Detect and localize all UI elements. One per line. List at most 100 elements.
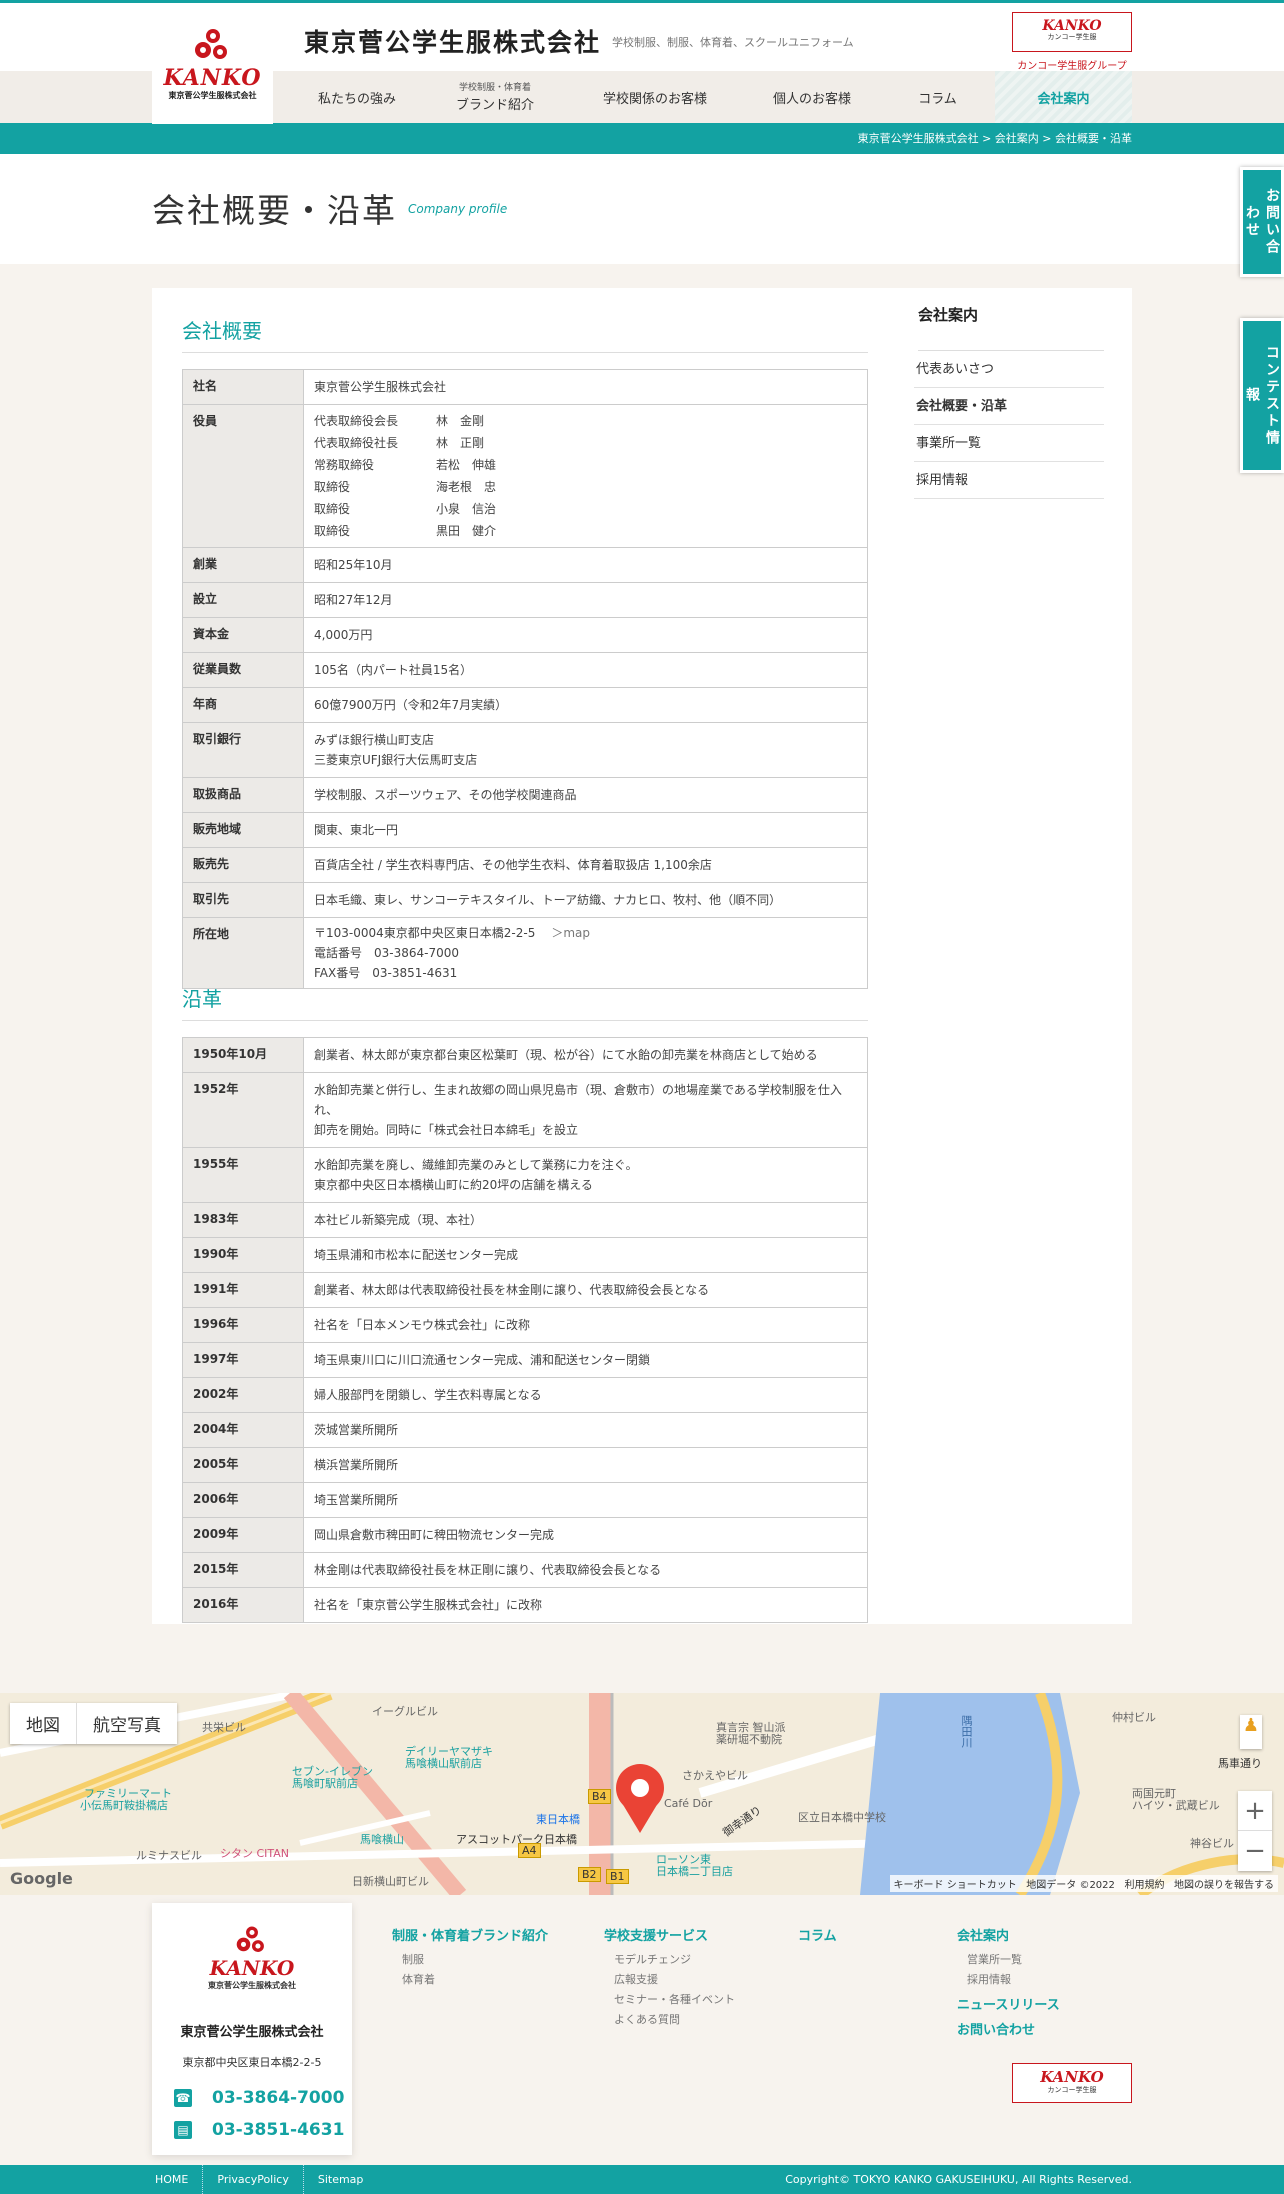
nav-schools[interactable]: 学校関係のお客様 (580, 71, 730, 123)
footer-link[interactable]: 営業所一覧 (967, 1950, 1060, 1970)
sidebar-item-offices[interactable]: 事業所一覧 (914, 425, 1104, 462)
table-row: 取引銀行 みずほ銀行横山町支店 三菱東京UFJ銀行大伝馬町支店 (182, 722, 868, 778)
row-value: 百貨店全社 / 学生衣料専門店、その他学生衣料、体育着取扱店 1,100余店 (303, 847, 868, 883)
table-row: 2006年 埼玉営業所開所 (182, 1482, 868, 1518)
address-text: 〒103-0004東京都中央区東日本橋2-2-5 (314, 926, 536, 940)
history-line: 卸売を開始。同時に「株式会社日本綿毛」を設立 (314, 1123, 579, 1137)
table-row: 1955年 水飴卸売業を廃し、繊維卸売業のみとして業務に力を注ぐ。 東京都中央区日本… (182, 1147, 868, 1203)
map-attribution: キーボード ショートカット 地図データ ©2022 利用規約 地図の誤りを報告す… (889, 1875, 1278, 1892)
row-line: 三菱東京UFJ銀行大伝馬町支店 (314, 753, 478, 767)
map-type-map[interactable]: 地図 (10, 1703, 77, 1744)
map-link[interactable]: ＞map (551, 926, 590, 940)
row-label: 年商 (182, 687, 304, 723)
zoom-in-button[interactable]: + (1238, 1791, 1272, 1831)
contact-float-tab[interactable]: お問い合わせ (1240, 167, 1284, 277)
zoom-out-button[interactable]: − (1238, 1831, 1272, 1871)
nav-column[interactable]: コラム (880, 71, 995, 123)
officer-role: 取締役 (314, 502, 351, 516)
footer-link[interactable]: 広報支援 (614, 1970, 735, 1990)
sidebar-item-recruit[interactable]: 採用情報 (914, 462, 1104, 499)
sidebar-title: 会社案内 (918, 301, 1104, 351)
group-logo-brand: KANKO (1042, 18, 1102, 34)
row-label: 2006年 (182, 1482, 304, 1518)
map-attr-shortcuts[interactable]: キーボード ショートカット (894, 1880, 1017, 1891)
footer-col-column: コラム (798, 1925, 837, 1950)
sidebar-item-profile[interactable]: 会社概要・沿革 (914, 388, 1104, 425)
footer-col-heading[interactable]: 学校支援サービス (604, 1925, 735, 1944)
footer-col-heading[interactable]: 制服・体育着ブランド紹介 (392, 1925, 548, 1944)
row-label: 従業員数 (182, 652, 304, 688)
officer-role: 常務取締役 (314, 458, 375, 472)
group-logo[interactable]: KANKO カンコー学生服 (1012, 12, 1132, 52)
officer-name: 林 金剛 (436, 414, 485, 428)
bottom-link-sitemap[interactable]: Sitemap (304, 2165, 378, 2194)
bottom-link-home[interactable]: HOME (155, 2165, 204, 2194)
logo-sub: 東京菅公学生服株式会社 (168, 91, 257, 100)
nav-label: 私たちの強み (317, 91, 396, 107)
map-type-satellite[interactable]: 航空写真 (77, 1703, 177, 1744)
table-row: 1996年 社名を「日本メンモウ株式会社」に改称 (182, 1307, 868, 1343)
officer-row: 取締役 海老根 忠 (314, 476, 857, 498)
overview-table: 社名 東京菅公学生服株式会社 役員 代表取締役会長 林 金剛 代表取締役社長 林 正剛 常務取… (182, 369, 868, 989)
row-value: 水飴卸売業を廃し、繊維卸売業のみとして業務に力を注ぐ。 東京都中央区日本橋横山町に… (303, 1147, 868, 1203)
table-row: 2005年 横浜営業所開所 (182, 1447, 868, 1483)
footer-link[interactable]: セミナー・各種イベント (614, 1990, 735, 2010)
footer-col-support: 学校支援サービス モデルチェンジ 広報支援 セミナー・各種イベント よくある質問 (604, 1925, 735, 2030)
table-row: 所在地 〒103-0004東京都中央区東日本橋2-2-5 ＞map 電話番号 03-3… (182, 917, 868, 989)
station-exit: B2 (578, 1867, 601, 1882)
bottom-bar: HOME PrivacyPolicy Sitemap Copyright© TO… (0, 2165, 1284, 2194)
footer-card: KANKO 東京菅公学生服株式会社 東京菅公学生服株式会社 東京都中央区東日本橋… (152, 1903, 352, 2155)
row-label: 所在地 (182, 917, 304, 989)
station-exit: B1 (606, 1869, 629, 1884)
google-map[interactable]: 地図 航空写真 デイリーヤマザキ 馬喰横山駅前店 セブン-イレブン 馬喰町駅前店… (0, 1693, 1284, 1895)
table-row: 取引先 日本毛織、東レ、サンコーテキスタイル、トーア紡織、ナカヒロ、牧村、他（順不… (182, 882, 868, 918)
page-title: 会社概要・沿革 (152, 191, 397, 230)
officer-role: 取締役 (314, 524, 351, 538)
nav-strengths[interactable]: 私たちの強み (290, 71, 424, 123)
officer-role: 取締役 (314, 480, 351, 494)
row-label: 取引先 (182, 882, 304, 918)
pegman-icon[interactable]: ♟ (1240, 1715, 1262, 1749)
sidebar-item-greeting[interactable]: 代表あいさつ (914, 351, 1104, 388)
bottom-links: HOME PrivacyPolicy Sitemap (155, 2165, 377, 2194)
nav-label: コラム (918, 91, 957, 107)
footer-link[interactable]: 制服 (402, 1950, 548, 1970)
officer-name: 若松 伸雄 (436, 458, 497, 472)
row-label: 2016年 (182, 1587, 304, 1623)
footer-link[interactable]: 体育着 (402, 1970, 548, 1990)
row-value: 横浜営業所開所 (303, 1447, 868, 1483)
footer-group-logo[interactable]: KANKO カンコー学生服 (1012, 2063, 1132, 2103)
footer-link[interactable]: 採用情報 (967, 1970, 1060, 1990)
map-attr-report[interactable]: 地図の誤りを報告する (1174, 1880, 1274, 1891)
breadcrumb[interactable]: 東京菅公学生服株式会社 > 会社案内 > 会社概要・沿革 (0, 123, 1284, 154)
footer-link[interactable]: モデルチェンジ (614, 1950, 735, 1970)
row-value: 創業者、林太郎は代表取締役社長を林金剛に譲り、代表取締役会長となる (303, 1272, 868, 1308)
footer-contact-link[interactable]: お問い合わせ (957, 2019, 1060, 2038)
table-row: 創業 昭和25年10月 (182, 547, 868, 583)
table-row: 資本金 4,000万円 (182, 617, 868, 653)
nav-brands[interactable]: 学校制服・体育着 ブランド紹介 (424, 71, 566, 123)
history-line: 社名を「日本メンモウ株式会社」に改称 (314, 1318, 531, 1332)
row-label: 2005年 (182, 1447, 304, 1483)
site-logo[interactable]: KANKO 東京菅公学生服株式会社 (152, 6, 273, 124)
footer-tel[interactable]: ☎ 03-3864-7000 (174, 2088, 352, 2108)
map-attr-terms[interactable]: 利用規約 (1124, 1880, 1164, 1891)
nav-label: 会社案内 (1037, 91, 1090, 107)
footer-news-link[interactable]: ニュースリリース (957, 1994, 1060, 2013)
map-attr-data: 地図データ ©2022 (1026, 1880, 1115, 1891)
row-value: 社名を「東京菅公学生服株式会社」に改称 (303, 1587, 868, 1623)
footer-link[interactable]: よくある質問 (614, 2010, 735, 2030)
row-value: 林金剛は代表取締役社長を林正剛に譲り、代表取締役会長となる (303, 1552, 868, 1588)
table-row: 2002年 婦人服部門を閉鎖し、学生衣料専属となる (182, 1377, 868, 1413)
bottom-link-privacy[interactable]: PrivacyPolicy (203, 2165, 304, 2194)
row-label: 2002年 (182, 1377, 304, 1413)
logo-brand: KANKO (163, 65, 262, 91)
nav-individuals[interactable]: 個人のお客様 (742, 71, 882, 123)
contest-float-tab[interactable]: コンテスト情報 (1240, 318, 1284, 473)
officer-row: 代表取締役社長 林 正剛 (314, 432, 857, 454)
nav-company[interactable]: 会社案内 (995, 71, 1132, 123)
row-value: 学校制服、スポーツウェア、その他学校関連商品 (303, 777, 868, 813)
table-row: 取扱商品 学校制服、スポーツウェア、その他学校関連商品 (182, 777, 868, 813)
footer-col-heading[interactable]: 会社案内 (957, 1925, 1060, 1944)
footer-col-heading[interactable]: コラム (798, 1925, 837, 1944)
